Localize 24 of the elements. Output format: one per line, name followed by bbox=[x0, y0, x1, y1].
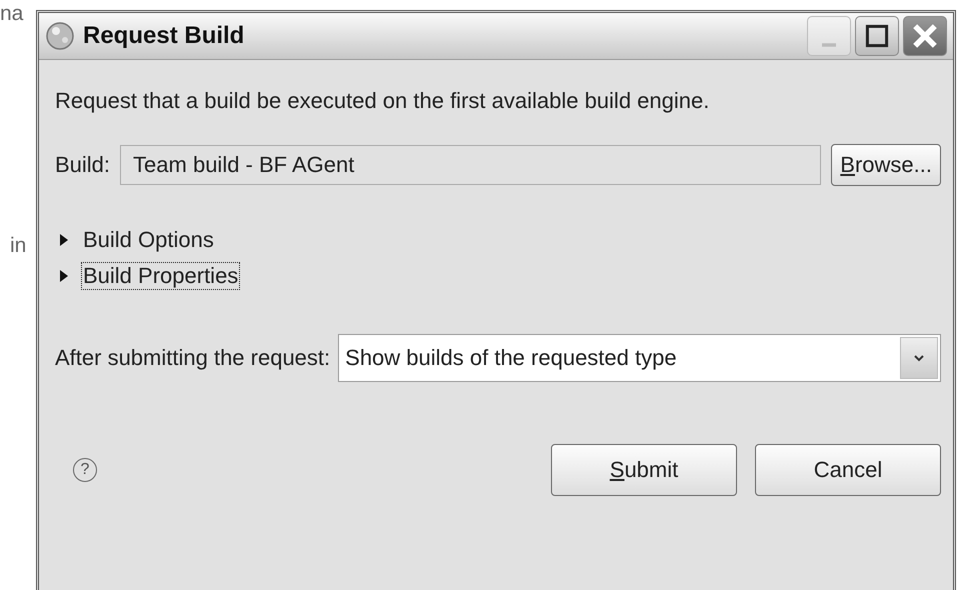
expand-arrow-icon[interactable] bbox=[59, 234, 69, 246]
background-text: na bbox=[0, 2, 24, 26]
expand-arrow-icon[interactable] bbox=[59, 270, 69, 282]
maximize-icon bbox=[865, 24, 889, 48]
dropdown-value: Show builds of the requested type bbox=[345, 345, 677, 371]
submit-button[interactable]: Submit bbox=[551, 444, 737, 496]
maximize-button[interactable] bbox=[855, 16, 899, 56]
browse-button[interactable]: Browse... bbox=[831, 144, 941, 186]
section-toggle[interactable]: Build Properties bbox=[81, 262, 240, 290]
description-text: Request that a build be executed on the first available build engine. bbox=[55, 88, 710, 114]
chevron-icon bbox=[900, 337, 938, 379]
build-field[interactable]: Team build - BF AGent bbox=[120, 145, 822, 185]
after-submit-label: After submitting the request: bbox=[55, 345, 330, 371]
after-submit-dropdown[interactable]: Show builds of the requested type bbox=[338, 334, 941, 382]
build-label: Build: bbox=[55, 152, 110, 178]
close-button[interactable] bbox=[903, 16, 947, 56]
close-icon bbox=[911, 22, 939, 50]
section-toggle[interactable]: Build Options bbox=[81, 226, 216, 254]
window-title: Request Build bbox=[83, 22, 246, 50]
minimize-icon bbox=[822, 43, 836, 47]
help-button[interactable]: ? bbox=[73, 458, 97, 482]
cancel-button[interactable]: Cancel bbox=[755, 444, 941, 496]
background-text: in bbox=[10, 234, 26, 258]
globe-icon bbox=[45, 21, 75, 51]
